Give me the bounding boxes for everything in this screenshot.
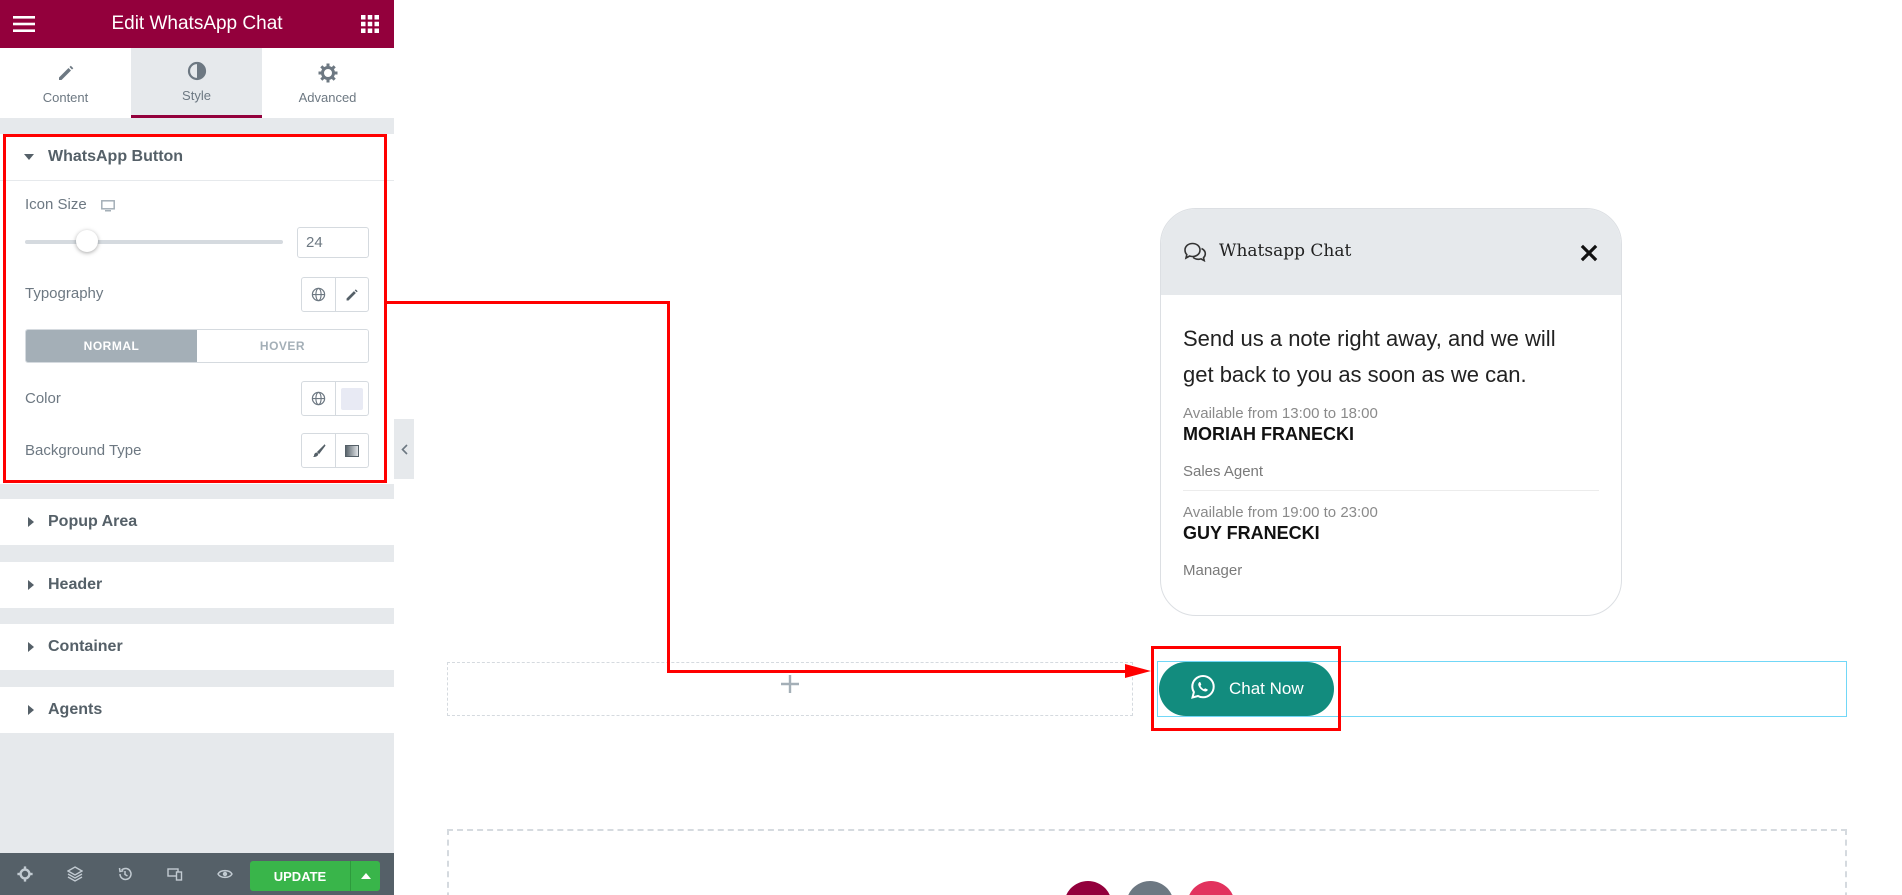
- popup-area-section-header[interactable]: Popup Area: [0, 499, 394, 545]
- annotation-arrowhead-icon: [1125, 664, 1151, 678]
- agent-divider: [1183, 490, 1599, 491]
- popup-area-section[interactable]: Popup Area: [0, 499, 394, 545]
- caret-right-icon: [28, 580, 34, 590]
- panel-tabs: Content Style Advanced: [0, 48, 394, 118]
- annotation-line: [667, 301, 670, 673]
- half-circle-icon: [187, 60, 207, 82]
- agents-section-header[interactable]: Agents: [0, 687, 394, 733]
- annotation-line: [667, 670, 1127, 673]
- layers-icon[interactable]: [50, 853, 100, 895]
- widgets-grid-icon[interactable]: [358, 12, 382, 36]
- tab-content-label: Content: [42, 89, 89, 105]
- update-options-caret-icon[interactable]: [350, 861, 380, 891]
- popup-message: Send us a note right away, and we will g…: [1183, 326, 1556, 387]
- preview-eye-icon[interactable]: [200, 853, 250, 895]
- panel-title: Edit WhatsApp Chat: [111, 13, 283, 34]
- settings-gear-icon[interactable]: [0, 853, 50, 895]
- header-section-header[interactable]: Header: [0, 562, 394, 608]
- panel-footer: UPDATE: [0, 853, 394, 895]
- agents-section-title: Agents: [48, 701, 103, 718]
- whatsapp-popup: Whatsapp Chat Send us a note right away,…: [1160, 208, 1622, 616]
- app-root: Edit WhatsApp Chat Content Style Advance…: [0, 0, 1902, 895]
- pencil-icon: [57, 62, 75, 84]
- header-section[interactable]: Header: [0, 562, 394, 608]
- agent-role: Manager: [1183, 562, 1243, 579]
- collapse-panel-chevron-icon[interactable]: [394, 419, 414, 479]
- annotation-line: [387, 301, 670, 304]
- close-icon[interactable]: [1579, 243, 1599, 263]
- hamburger-menu-icon[interactable]: [12, 12, 36, 36]
- tab-advanced[interactable]: Advanced: [262, 48, 393, 118]
- agent-availability: Available from 13:00 to 18:00: [1183, 405, 1378, 422]
- agent-role: Sales Agent: [1183, 463, 1264, 480]
- tab-style[interactable]: Style: [131, 48, 262, 118]
- container-section-title: Container: [48, 638, 123, 655]
- panel-header: Edit WhatsApp Chat: [0, 0, 394, 48]
- agent-name[interactable]: MORIAH FRANECKI: [1183, 424, 1354, 445]
- header-section-title: Header: [48, 576, 103, 593]
- caret-right-icon: [28, 642, 34, 652]
- container-section[interactable]: Container: [0, 624, 394, 670]
- popup-title: Whatsapp Chat: [1219, 241, 1352, 261]
- chat-bubbles-icon: [1183, 242, 1207, 267]
- history-icon[interactable]: [100, 853, 150, 895]
- tab-advanced-label: Advanced: [298, 89, 357, 105]
- responsive-mode-icon[interactable]: [150, 853, 200, 895]
- tab-content[interactable]: Content: [0, 48, 131, 118]
- highlight-box-settings: [3, 134, 387, 483]
- agent-availability: Available from 19:00 to 23:00: [1183, 504, 1378, 521]
- add-widget-plus-icon[interactable]: [778, 672, 802, 701]
- popup-area-section-title: Popup Area: [48, 513, 138, 530]
- caret-right-icon: [28, 705, 34, 715]
- caret-right-icon: [28, 517, 34, 527]
- agent-name[interactable]: GUY FRANECKI: [1183, 523, 1320, 544]
- container-section-header[interactable]: Container: [0, 624, 394, 670]
- gear-icon: [318, 62, 338, 84]
- tab-style-label: Style: [182, 88, 211, 103]
- highlight-box-button: [1151, 646, 1341, 731]
- agents-section[interactable]: Agents: [0, 687, 394, 733]
- update-button[interactable]: UPDATE: [250, 861, 350, 891]
